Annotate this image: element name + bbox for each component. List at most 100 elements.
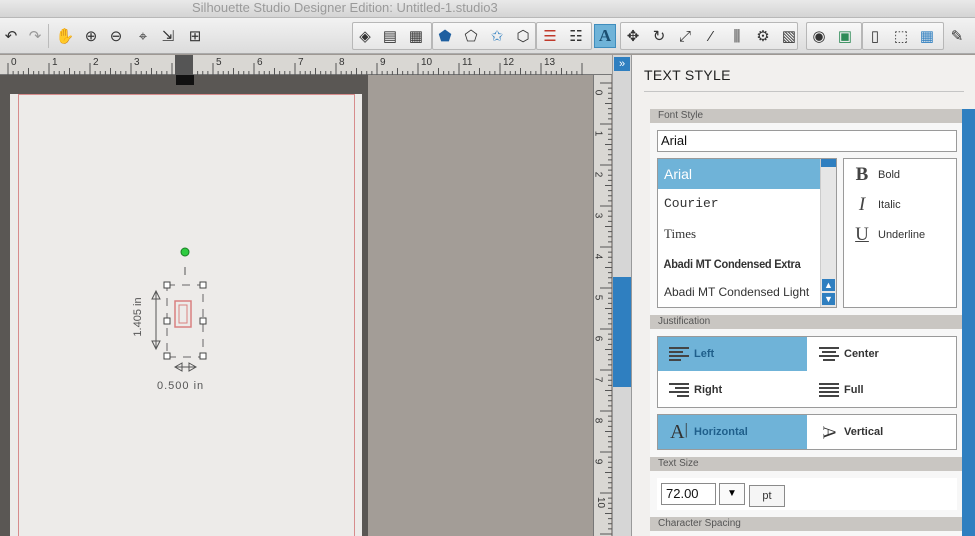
horizontal-text-icon: A | — [670, 420, 688, 443]
rotate-handle[interactable] — [180, 247, 190, 257]
weld-icon[interactable]: ⚙ — [752, 24, 774, 48]
undo-icon[interactable]: ↶ — [0, 24, 22, 48]
move-icon[interactable]: ✥ — [622, 24, 644, 48]
fill-color-icon[interactable]: ◈ — [354, 24, 376, 48]
text-style-panel: TEXT STYLE Font Style Arial Arial Courie… — [631, 55, 975, 536]
window-title: Silhouette Studio Designer Edition: Unti… — [192, 0, 498, 15]
selection-overlay — [151, 247, 207, 372]
scale-icon[interactable]: ⤢ — [674, 24, 696, 48]
align-icon[interactable]: ⫼ — [726, 24, 748, 48]
ruler-label: 5 — [216, 57, 222, 68]
ruler-label: 8 — [592, 417, 604, 424]
pentagon-icon[interactable]: ⬟ — [434, 24, 456, 48]
align-right-icon — [664, 383, 694, 397]
italic-button[interactable]: I Italic — [852, 193, 901, 217]
justify-center-button[interactable]: Center — [808, 337, 956, 371]
grid-icon[interactable]: ▦ — [916, 24, 938, 48]
line-style-icon[interactable]: ☷ — [565, 24, 587, 48]
underline-button[interactable]: U Underline — [852, 223, 925, 247]
gradient-fill-icon[interactable]: ▤ — [379, 24, 401, 48]
star-shape-icon[interactable]: ✩ — [486, 24, 508, 48]
font-name-input[interactable]: Arial — [657, 130, 957, 152]
ruler-marker[interactable] — [175, 55, 193, 75]
resize-handle[interactable] — [199, 281, 207, 289]
align-center-icon — [814, 347, 844, 361]
ruler-label: 2 — [592, 171, 604, 178]
ruler-label: 7 — [298, 57, 304, 68]
text-size-input[interactable]: 72.00 — [661, 483, 716, 505]
font-item[interactable]: Abadi MT Condensed Light — [658, 277, 821, 307]
horizontal-text-button[interactable]: A | Horizontal — [658, 415, 807, 449]
drag-zoom-icon[interactable]: ⇲ — [157, 24, 179, 48]
ruler-label: 5 — [592, 294, 604, 301]
modify-icon[interactable]: ◉ — [808, 24, 830, 48]
resize-handle[interactable] — [163, 352, 171, 360]
panel-divider — [644, 91, 964, 92]
collapse-panel-icon[interactable]: » — [614, 57, 630, 71]
vertical-text-icon: A — [819, 425, 840, 439]
registration-icon[interactable]: ⬚ — [890, 24, 912, 48]
ruler-label: 6 — [592, 335, 604, 342]
replicate-shape-icon[interactable]: ⬡ — [512, 24, 534, 48]
justify-full-button[interactable]: Full — [808, 373, 956, 407]
ruler-label: 3 — [592, 212, 604, 219]
fit-page-icon[interactable]: ⊞ — [184, 24, 206, 48]
line-color-icon[interactable]: ☰ — [539, 24, 561, 48]
resize-handle[interactable] — [199, 352, 207, 360]
resize-handle[interactable] — [199, 317, 207, 325]
resize-handle[interactable] — [163, 281, 171, 289]
ruler-label: 7 — [592, 376, 604, 383]
underline-label: Underline — [878, 229, 926, 241]
pan-hand-icon[interactable]: ✋ — [54, 24, 76, 48]
underline-icon: U — [855, 224, 869, 245]
font-item[interactable]: Courier — [658, 189, 821, 219]
justify-left-button[interactable]: Left — [658, 337, 807, 371]
ruler-label: 6 — [257, 57, 263, 68]
scroll-thumb[interactable] — [821, 159, 836, 167]
offset-shape-icon[interactable]: ⬠ — [460, 24, 482, 48]
redo-icon[interactable]: ↷ — [24, 24, 46, 48]
justify-left-label: Left — [694, 348, 715, 360]
horizontal-text-label: Horizontal — [694, 426, 748, 438]
panel-scrollbar[interactable] — [962, 109, 975, 536]
bold-button[interactable]: B Bold — [852, 163, 900, 187]
font-item[interactable]: Times — [658, 219, 821, 249]
trace-icon[interactable]: ▧ — [778, 24, 800, 48]
font-style-header: Font Style — [650, 109, 962, 123]
vertical-text-button[interactable]: A Vertical — [808, 415, 956, 449]
zoom-out-icon[interactable]: ⊖ — [105, 24, 127, 48]
cut-settings-icon[interactable]: ✎ — [946, 24, 968, 48]
font-item[interactable]: Arial — [658, 159, 821, 189]
zoom-in-icon[interactable]: ⊕ — [80, 24, 102, 48]
align-full-icon — [814, 383, 844, 397]
text-size-unit-button[interactable]: pt — [749, 485, 785, 507]
font-list-scrollbar[interactable]: ▲ ▼ — [820, 159, 836, 307]
text-size-dropdown[interactable]: ▼ — [719, 483, 745, 505]
rotate-icon[interactable]: ↻ — [648, 24, 670, 48]
bold-icon: B — [855, 164, 869, 185]
scroll-up-icon[interactable]: ▲ — [822, 279, 835, 291]
resize-handle[interactable] — [163, 317, 171, 325]
ruler-label: 13 — [544, 57, 556, 68]
design-canvas[interactable]: 1.405 in 0.500 in — [0, 75, 593, 536]
height-label: 1.405 in — [132, 297, 144, 337]
pattern-fill-icon[interactable]: ▦ — [405, 24, 427, 48]
ruler-label: 3 — [134, 57, 140, 68]
page-setup-icon[interactable]: ▯ — [864, 24, 886, 48]
justify-right-label: Right — [694, 384, 723, 396]
ruler-label: 9 — [592, 458, 604, 465]
font-item[interactable]: Abadi MT Condensed Extra — [658, 249, 808, 279]
justify-right-button[interactable]: Right — [658, 373, 807, 407]
zoom-select-icon[interactable]: ⌖ — [132, 24, 154, 48]
text-style-icon[interactable]: A — [594, 24, 616, 48]
scroll-down-icon[interactable]: ▼ — [822, 293, 835, 305]
character-spacing-header: Character Spacing — [650, 517, 962, 531]
offset-icon[interactable]: ▣ — [834, 24, 856, 48]
chevron-down-icon: ▼ — [727, 488, 737, 499]
panel-collapse-strip[interactable]: » — [612, 55, 631, 536]
panel-indicator-bar — [613, 277, 631, 387]
justification-options: Left Center Right Full — [657, 336, 957, 408]
shear-icon[interactable]: ⁄ — [700, 24, 722, 48]
font-list[interactable]: Arial Courier Times Abadi MT Condensed E… — [657, 158, 837, 308]
font-style-options: B Bold I Italic U Underline — [843, 158, 957, 308]
